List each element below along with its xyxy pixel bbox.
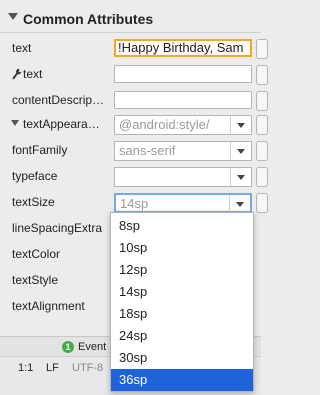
dropdown-option[interactable]: 18sp (111, 303, 253, 325)
row-content-description: contentDescrip… (0, 88, 268, 114)
text-size-resource-button[interactable] (256, 193, 268, 213)
text-size-value[interactable]: 14sp (120, 196, 148, 211)
dropdown-option[interactable]: 8sp (111, 215, 253, 237)
text-size-combo[interactable]: 14sp (114, 193, 252, 213)
dropdown-option[interactable]: 30sp (111, 347, 253, 369)
dropdown-option[interactable]: 12sp (111, 259, 253, 281)
label-text-style: textStyle (12, 273, 59, 287)
dropdown-arrow-icon[interactable] (230, 116, 251, 134)
chevron-down-icon[interactable] (8, 13, 18, 20)
dropdown-arrow-icon[interactable] (230, 142, 251, 160)
label-tools-text: text (23, 67, 43, 81)
common-attributes-header[interactable]: Common Attributes (0, 6, 261, 33)
expand-chevron-icon[interactable] (11, 120, 19, 126)
label-text-appearance: textAppeara… (23, 117, 100, 131)
font-family-resource-button[interactable] (256, 141, 268, 161)
row-typeface: typeface (0, 164, 268, 190)
row-font-family: fontFamily sans-serif (0, 138, 268, 164)
label-content-description: contentDescrip… (12, 93, 105, 107)
section-title: Common Attributes (23, 11, 154, 27)
dropdown-arrow-icon[interactable] (229, 195, 250, 213)
tools-text-field[interactable] (114, 65, 252, 83)
label-font-family: fontFamily (12, 143, 68, 157)
font-family-combo[interactable]: sans-serif (114, 141, 252, 161)
label-typeface: typeface (12, 169, 58, 183)
font-family-value: sans-serif (119, 143, 176, 158)
tools-text-resource-button[interactable] (256, 65, 268, 85)
row-tools-text: text (0, 62, 268, 88)
text-appearance-value: @android:style/ (119, 117, 210, 132)
row-text: text Happy Birthday, Sam! (0, 36, 268, 62)
text-value-field[interactable]: Happy Birthday, Sam! (114, 39, 252, 57)
content-description-resource-button[interactable] (256, 91, 268, 111)
event-badge-icon: 1 (62, 341, 74, 353)
dropdown-option[interactable]: 10sp (111, 237, 253, 259)
typeface-combo[interactable] (114, 167, 252, 187)
tab-event[interactable]: 1 Event (62, 340, 106, 354)
file-encoding[interactable]: UTF-8 (72, 362, 103, 374)
label-text-alignment: textAlignment (12, 299, 85, 313)
tab-event-label: Event (78, 341, 107, 353)
wrench-icon (12, 68, 22, 80)
row-text-appearance: textAppeara… @android:style/ (0, 112, 268, 138)
dropdown-option[interactable]: 14sp (111, 281, 253, 303)
dropdown-option[interactable]: 24sp (111, 325, 253, 347)
text-appearance-combo[interactable]: @android:style/ (114, 115, 252, 135)
line-ending[interactable]: LF (46, 362, 59, 374)
text-size-dropdown-list: 8sp 10sp 12sp 14sp 18sp 24sp 30sp 36sp (110, 212, 254, 392)
label-text: text (12, 41, 32, 55)
text-appearance-resource-button[interactable] (256, 115, 268, 135)
label-text-size: textSize (12, 195, 55, 209)
dropdown-option-selected[interactable]: 36sp (111, 369, 253, 391)
label-text-color: textColor (12, 247, 61, 261)
dropdown-arrow-icon[interactable] (230, 168, 251, 186)
cursor-position[interactable]: 1:1 (18, 362, 33, 374)
typeface-resource-button[interactable] (256, 167, 268, 187)
content-description-field[interactable] (114, 91, 252, 109)
text-resource-button[interactable] (256, 39, 268, 59)
label-line-spacing-extra: lineSpacingExtra (12, 221, 103, 235)
